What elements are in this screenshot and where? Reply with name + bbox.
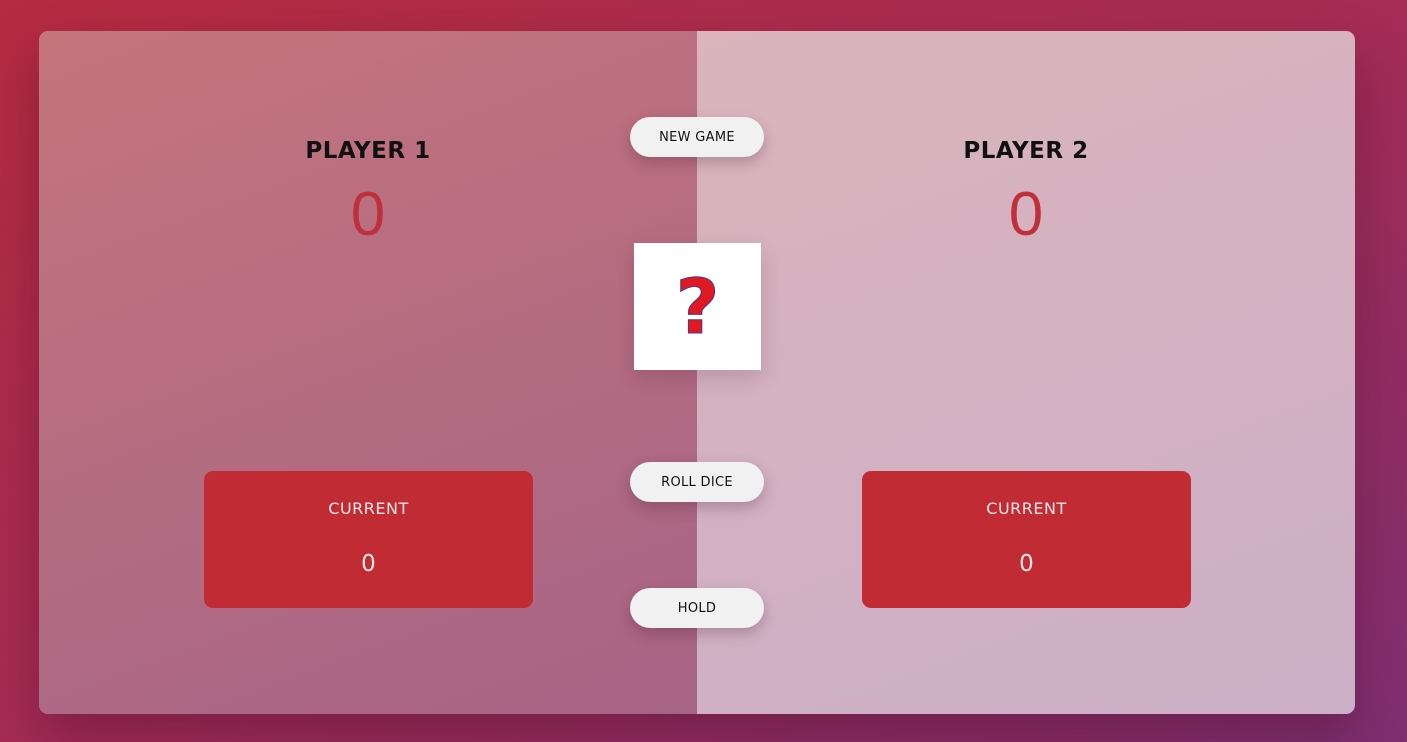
player-1-panel: PLAYER 1 0 CURRENT 0 [39,31,697,714]
player-2-current-score: 0 [1019,551,1034,577]
question-mark-icon: ? [675,261,720,351]
player-2-name: PLAYER 2 [963,138,1089,164]
hold-button[interactable]: HOLD [630,588,764,628]
player-1-current-score: 0 [361,551,376,577]
player-2-current-label: CURRENT [986,499,1067,518]
player-1-current-box: CURRENT 0 [204,471,533,608]
player-2-current-box: CURRENT 0 [862,471,1191,608]
player-2-panel: PLAYER 2 0 CURRENT 0 [697,31,1355,714]
new-game-button[interactable]: NEW GAME [630,117,764,157]
roll-dice-button[interactable]: ROLL DICE [630,462,764,502]
player-1-score: 0 [350,180,386,249]
dice: ? [634,243,761,370]
player-1-name: PLAYER 1 [305,138,431,164]
player-1-current-label: CURRENT [328,499,409,518]
player-2-score: 0 [1008,180,1044,249]
